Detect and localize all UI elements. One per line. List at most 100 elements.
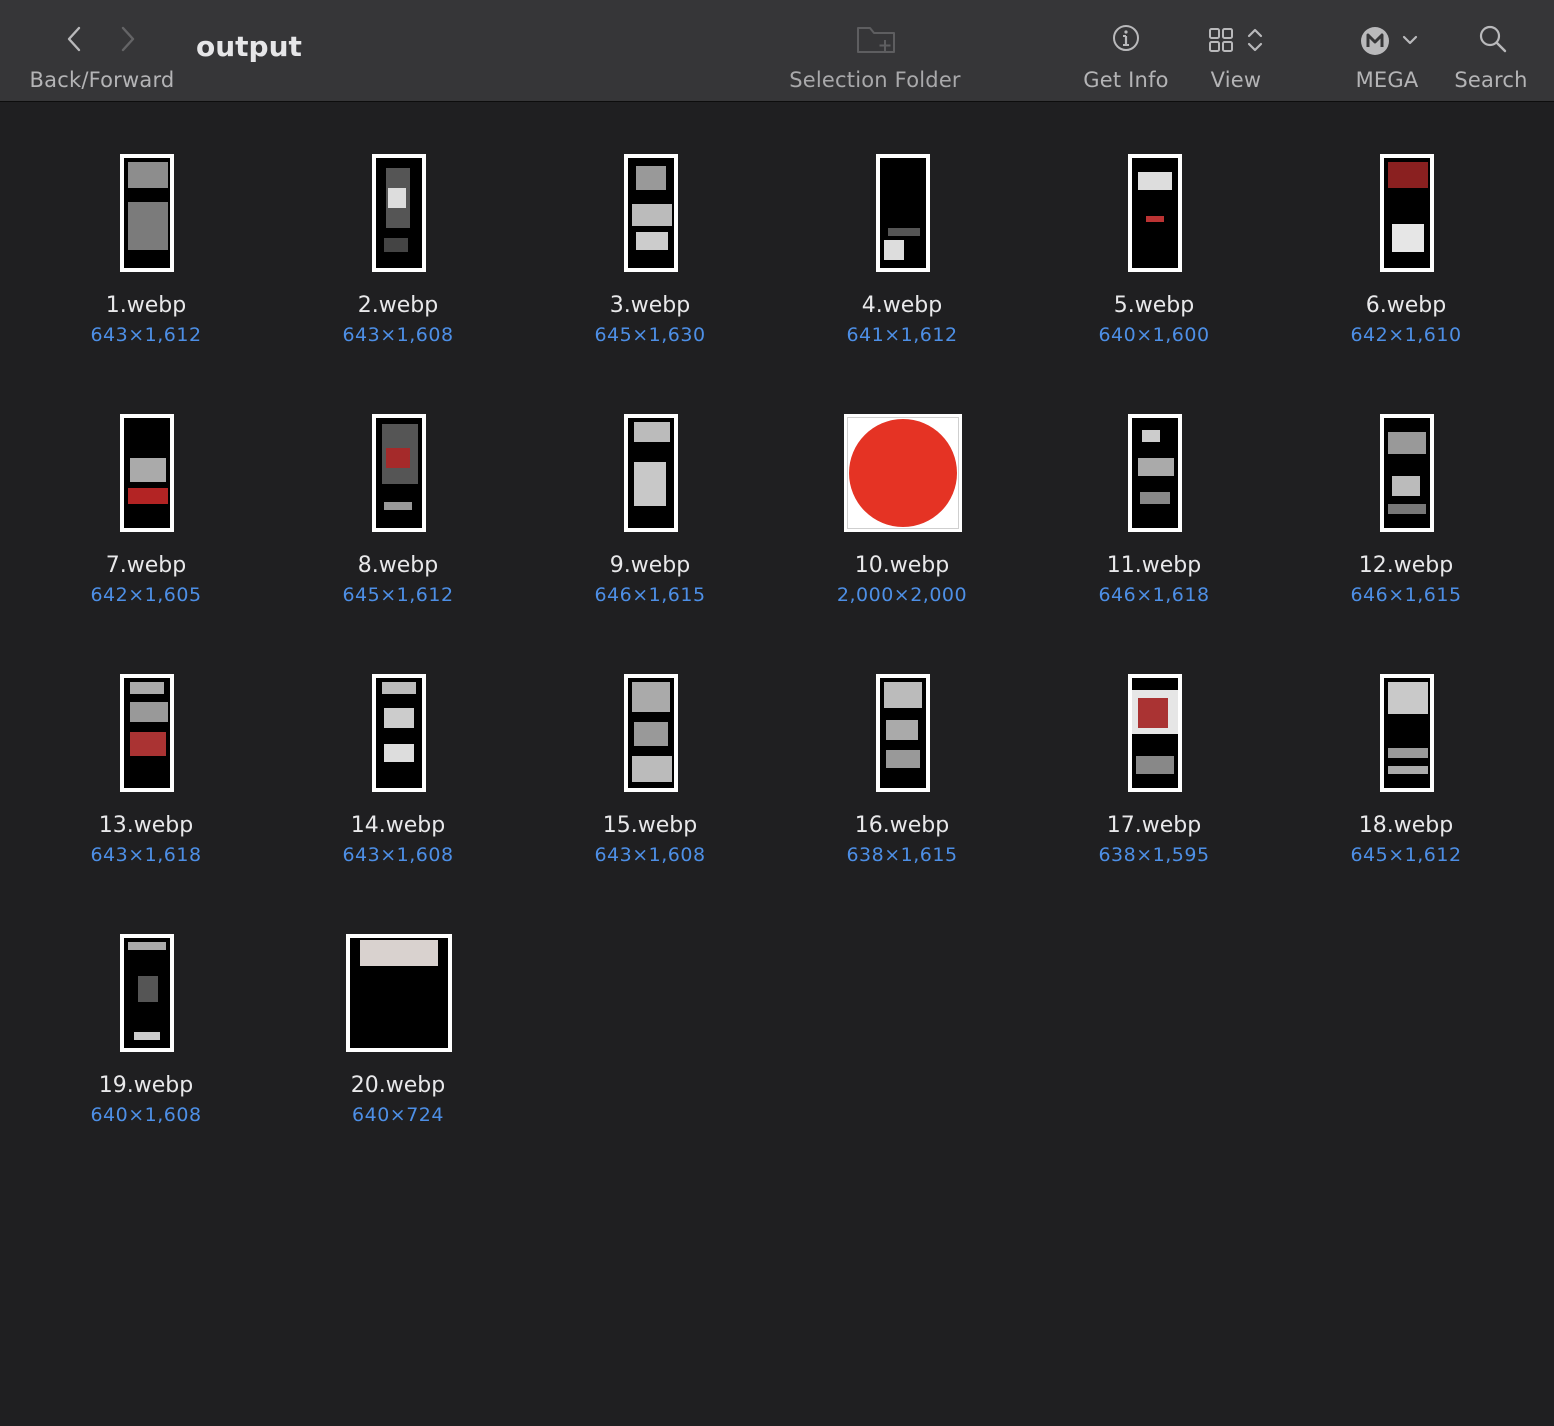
file-thumbnail[interactable] bbox=[372, 414, 426, 532]
thumbnail-container bbox=[524, 400, 776, 540]
file-thumbnail[interactable] bbox=[120, 414, 174, 532]
thumbnail-container bbox=[776, 140, 1028, 280]
magnifier-icon bbox=[1479, 25, 1507, 53]
file-name: 3.webp bbox=[609, 293, 691, 318]
thumbnail-panel bbox=[138, 976, 158, 1002]
file-name: 17.webp bbox=[1106, 813, 1202, 838]
file-item[interactable]: 1.webp 643×1,612 bbox=[20, 140, 272, 400]
file-thumbnail[interactable] bbox=[120, 154, 174, 272]
file-dimensions: 643×1,608 bbox=[342, 844, 454, 866]
file-item[interactable]: 7.webp 642×1,605 bbox=[20, 400, 272, 660]
file-name: 1.webp bbox=[105, 293, 187, 318]
file-item[interactable]: 19.webp 640×1,608 bbox=[20, 920, 272, 1180]
thumbnail-panel bbox=[1388, 162, 1428, 188]
thumbnail-panel bbox=[130, 702, 168, 722]
file-thumbnail[interactable] bbox=[1128, 154, 1182, 272]
thumbnail-container bbox=[272, 400, 524, 540]
file-item[interactable]: 2.webp 643×1,608 bbox=[272, 140, 524, 400]
get-info-label: Get Info bbox=[1083, 68, 1169, 92]
file-name: 11.webp bbox=[1106, 553, 1202, 578]
file-item[interactable]: 12.webp 646×1,615 bbox=[1280, 400, 1532, 660]
file-name: 15.webp bbox=[602, 813, 698, 838]
file-thumbnail[interactable] bbox=[372, 674, 426, 792]
thumbnail-container bbox=[272, 920, 524, 1060]
thumbnail-panel bbox=[1392, 476, 1420, 496]
file-item[interactable]: 3.webp 645×1,630 bbox=[524, 140, 776, 400]
file-item[interactable]: 11.webp 646×1,618 bbox=[1028, 400, 1280, 660]
get-info-button[interactable]: Get Info bbox=[1076, 0, 1176, 102]
file-item[interactable]: 17.webp 638×1,595 bbox=[1028, 660, 1280, 920]
file-item[interactable]: 5.webp 640×1,600 bbox=[1028, 140, 1280, 400]
file-thumbnail[interactable] bbox=[1380, 674, 1434, 792]
file-name: 12.webp bbox=[1358, 553, 1454, 578]
file-item[interactable]: 9.webp 646×1,615 bbox=[524, 400, 776, 660]
file-thumbnail[interactable] bbox=[1128, 674, 1182, 792]
file-thumbnail[interactable] bbox=[1380, 154, 1434, 272]
thumbnail-panel bbox=[384, 238, 408, 252]
file-dimensions: 646×1,615 bbox=[594, 584, 706, 606]
file-item[interactable]: 6.webp 642×1,610 bbox=[1280, 140, 1532, 400]
thumbnail-container bbox=[524, 140, 776, 280]
file-dimensions: 645×1,612 bbox=[1350, 844, 1462, 866]
view-button[interactable]: View bbox=[1196, 0, 1276, 102]
file-dimensions: 642×1,605 bbox=[90, 584, 202, 606]
file-thumbnail[interactable] bbox=[624, 154, 678, 272]
thumbnail-panel bbox=[634, 422, 670, 442]
file-thumbnail[interactable] bbox=[372, 154, 426, 272]
file-name: 7.webp bbox=[105, 553, 187, 578]
thumbnail-container bbox=[1028, 660, 1280, 800]
file-item[interactable]: 10.webp 2,000×2,000 bbox=[776, 400, 1028, 660]
file-item[interactable]: 16.webp 638×1,615 bbox=[776, 660, 1028, 920]
file-thumbnail[interactable] bbox=[120, 934, 174, 1052]
grid-icon bbox=[1209, 28, 1233, 52]
thumbnail-container bbox=[272, 140, 524, 280]
toolbar: Back/Forward output Selection Folder Get… bbox=[0, 0, 1554, 102]
file-name: 6.webp bbox=[1365, 293, 1447, 318]
file-thumbnail[interactable] bbox=[1380, 414, 1434, 532]
thumbnail-panel bbox=[1388, 748, 1428, 758]
file-item[interactable]: 8.webp 645×1,612 bbox=[272, 400, 524, 660]
thumbnail-panel bbox=[386, 448, 410, 468]
thumbnail-panel bbox=[1136, 756, 1174, 774]
thumbnail-panel bbox=[128, 942, 166, 950]
mega-label: MEGA bbox=[1355, 68, 1419, 92]
thumbnail-panel bbox=[886, 750, 920, 768]
thumbnail-panel bbox=[632, 204, 672, 226]
thumbnail-container bbox=[1280, 660, 1532, 800]
file-dimensions: 640×1,608 bbox=[90, 1104, 202, 1126]
thumbnail-panel bbox=[1140, 492, 1170, 504]
file-thumbnail[interactable] bbox=[624, 414, 678, 532]
back-forward-group: Back/Forward bbox=[26, 0, 178, 102]
file-item[interactable]: 20.webp 640×724 bbox=[272, 920, 524, 1180]
file-thumbnail[interactable] bbox=[844, 414, 962, 532]
search-button[interactable]: Search bbox=[1448, 0, 1534, 102]
chevron-down-icon bbox=[1402, 35, 1418, 45]
file-item[interactable]: 18.webp 645×1,612 bbox=[1280, 660, 1532, 920]
mega-logo-icon bbox=[1361, 27, 1389, 55]
chevron-right-icon[interactable] bbox=[116, 24, 138, 54]
selection-folder-label: Selection Folder bbox=[789, 68, 961, 92]
thumbnail-panel bbox=[636, 166, 666, 190]
file-name: 20.webp bbox=[350, 1073, 446, 1098]
chevron-left-icon[interactable] bbox=[64, 24, 86, 54]
file-thumbnail[interactable] bbox=[876, 674, 930, 792]
file-name: 2.webp bbox=[357, 293, 439, 318]
thumbnail-panel bbox=[884, 240, 904, 260]
file-thumbnail[interactable] bbox=[346, 934, 452, 1052]
thumbnail-container bbox=[524, 660, 776, 800]
file-thumbnail[interactable] bbox=[1128, 414, 1182, 532]
thumbnail-panel bbox=[634, 462, 666, 506]
file-item[interactable]: 15.webp 643×1,608 bbox=[524, 660, 776, 920]
file-thumbnail[interactable] bbox=[876, 154, 930, 272]
thumbnail-container bbox=[1028, 140, 1280, 280]
selection-folder-button[interactable]: Selection Folder bbox=[780, 0, 970, 102]
file-item[interactable]: 4.webp 641×1,612 bbox=[776, 140, 1028, 400]
thumbnail-panel bbox=[1138, 698, 1168, 728]
thumbnail-panel bbox=[130, 458, 166, 482]
mega-button[interactable]: MEGA bbox=[1346, 0, 1428, 102]
file-item[interactable]: 14.webp 643×1,608 bbox=[272, 660, 524, 920]
file-thumbnail[interactable] bbox=[120, 674, 174, 792]
file-thumbnail[interactable] bbox=[624, 674, 678, 792]
file-dimensions: 645×1,612 bbox=[342, 584, 454, 606]
file-item[interactable]: 13.webp 643×1,618 bbox=[20, 660, 272, 920]
